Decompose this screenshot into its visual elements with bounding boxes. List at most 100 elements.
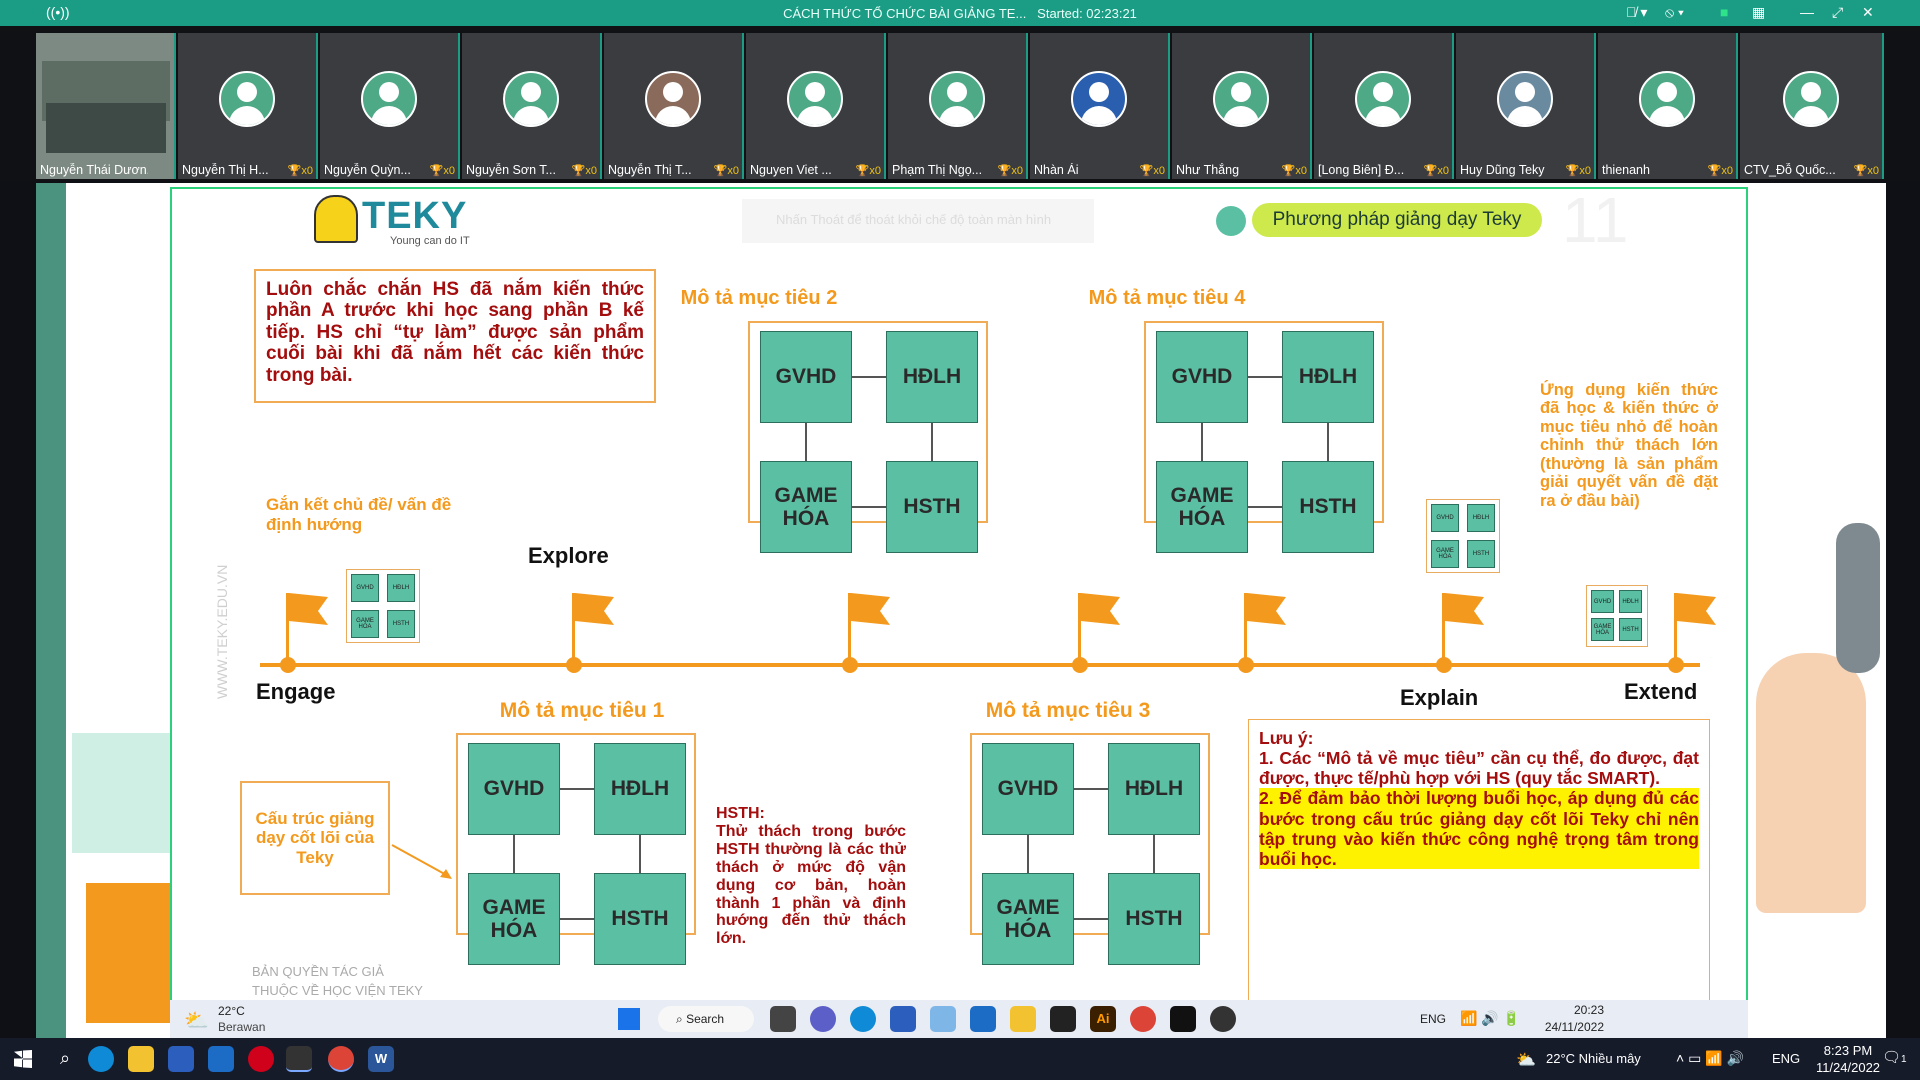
camera-feed-people bbox=[46, 103, 166, 153]
avatar bbox=[361, 71, 417, 127]
task-view-icon[interactable] bbox=[770, 1006, 796, 1032]
participant-tile[interactable]: Nguyễn Thị H... 🏆x0 bbox=[178, 33, 318, 179]
decor-cloud bbox=[72, 733, 182, 853]
clock-time[interactable]: 8:23 PM bbox=[1818, 1043, 1878, 1058]
store-icon[interactable] bbox=[890, 1006, 916, 1032]
language-indicator[interactable]: ENG bbox=[1420, 1012, 1446, 1026]
connector bbox=[805, 423, 807, 461]
store-icon[interactable] bbox=[168, 1046, 194, 1072]
app-icon[interactable] bbox=[1210, 1006, 1236, 1032]
edge-icon[interactable] bbox=[88, 1046, 114, 1072]
language-indicator[interactable]: ENG bbox=[1772, 1051, 1800, 1066]
copyright-line-1: BẢN QUYỀN TÁC GIẢ bbox=[252, 964, 384, 979]
trophy-icon: 🏆x0 bbox=[713, 165, 739, 177]
close-icon[interactable]: ✕ bbox=[1862, 4, 1874, 21]
participant-tile[interactable]: Nguyễn Sơn T... 🏆x0 bbox=[462, 33, 602, 179]
hsth-note-title: HSTH: bbox=[716, 805, 765, 822]
participant-name: Nguyen Viet ... bbox=[750, 163, 832, 177]
terminal-icon[interactable] bbox=[286, 1046, 312, 1072]
stage-explain: Explain bbox=[1400, 685, 1479, 710]
participant-tile[interactable]: thienanh 🏆x0 bbox=[1598, 33, 1738, 179]
windows-start-button[interactable] bbox=[14, 1050, 32, 1068]
restore-icon[interactable]: ⤢ bbox=[1832, 4, 1843, 21]
grid-view-icon[interactable]: ▦ bbox=[1752, 4, 1765, 21]
notification-icon[interactable]: 🗨1 bbox=[1882, 1048, 1907, 1066]
avatar-photo bbox=[1071, 71, 1127, 127]
stage-engage: Engage bbox=[256, 679, 336, 704]
participant-tile[interactable]: [Long Biên] Đ... 🏆x0 bbox=[1314, 33, 1454, 179]
participant-tile[interactable]: Phạm Thị Ngọ... 🏆x0 bbox=[888, 33, 1028, 179]
mail-icon[interactable] bbox=[208, 1046, 234, 1072]
goal-3-gvhd: GVHD bbox=[982, 743, 1074, 835]
participant-name: CTV_Đỗ Quốc... bbox=[1744, 163, 1836, 177]
connector bbox=[1201, 423, 1203, 461]
participant-tile[interactable]: CTV_Đỗ Quốc... 🏆x0 bbox=[1740, 33, 1884, 179]
top-note-text: Luôn chắc chắn HS đã nắm kiến thức phần … bbox=[266, 279, 644, 386]
word-icon[interactable]: W bbox=[368, 1046, 394, 1072]
terminal-icon[interactable] bbox=[1170, 1006, 1196, 1032]
watermark: WWW.TEKY.EDU.VN bbox=[214, 564, 230, 699]
participant-tile[interactable]: Nguyễn Quỳn... 🏆x0 bbox=[320, 33, 460, 179]
teky-logo: TEKY bbox=[362, 195, 468, 237]
goal-3-title: Mô tả mục tiêu 3 bbox=[985, 699, 1151, 722]
folder-icon[interactable] bbox=[128, 1046, 154, 1072]
mini-hsth: HSTH bbox=[1467, 540, 1495, 568]
search-box[interactable]: ⌕ Search bbox=[658, 1006, 754, 1032]
clock-date[interactable]: 24/11/2022 bbox=[1530, 1020, 1604, 1034]
explain-note: Ứng dụng kiến thức đã học & kiến thức ở … bbox=[1540, 381, 1718, 510]
edge-icon[interactable] bbox=[850, 1006, 876, 1032]
network-icon[interactable]: 📶 🔊 🔋 bbox=[1460, 1010, 1520, 1027]
goal-2-title: Mô tả mục tiêu 2 bbox=[680, 287, 838, 309]
tray-icons[interactable]: ˄ ▭ 📶 🔊 bbox=[1676, 1050, 1744, 1067]
clock-date[interactable]: 11/24/2022 bbox=[1808, 1060, 1888, 1075]
trophy-icon: 🏆x0 bbox=[855, 165, 881, 177]
participant-tile[interactable]: Như Thắng 🏆x0 bbox=[1172, 33, 1312, 179]
mail-icon[interactable] bbox=[970, 1006, 996, 1032]
participant-name: thienanh bbox=[1602, 163, 1650, 177]
goal-1-hdlh: HĐLH bbox=[594, 743, 686, 835]
timeline-line bbox=[260, 663, 1700, 667]
participant-tile[interactable]: Nhàn Ái 🏆x0 bbox=[1030, 33, 1170, 179]
opera-icon[interactable] bbox=[248, 1046, 274, 1072]
copyright-line-2: THUỘC VỀ HỌC VIỆN TEKY bbox=[252, 982, 423, 998]
participant-tile[interactable]: Huy Dũng Teky 🏆x0 bbox=[1456, 33, 1596, 179]
engage-note: Gắn kết chủ đề/ vấn đề định hướng bbox=[266, 495, 452, 535]
flag-icon bbox=[848, 593, 890, 661]
search-icon[interactable]: ⌕ bbox=[60, 1048, 70, 1069]
mic-muted-icon[interactable]: 🎙̸ ▾ bbox=[1626, 4, 1647, 21]
goal-2-gvhd: GVHD bbox=[760, 331, 852, 423]
teams-icon[interactable] bbox=[810, 1006, 836, 1032]
video-muted-icon[interactable]: ⦸ ▾ bbox=[1665, 4, 1684, 21]
weather-temp: 22°C bbox=[218, 1004, 245, 1018]
chrome-icon[interactable] bbox=[328, 1046, 354, 1072]
participant-tile[interactable]: Nguyễn Thị T... 🏆x0 bbox=[604, 33, 744, 179]
snip-icon[interactable] bbox=[930, 1006, 956, 1032]
participant-tile[interactable]: Nguyễn Thái Dươn... bbox=[36, 33, 176, 179]
trophy-icon: 🏆x0 bbox=[1565, 165, 1591, 177]
avatar bbox=[503, 71, 559, 127]
mini-gvhd: GVHD bbox=[1431, 504, 1459, 532]
side-panel-toggle[interactable] bbox=[1836, 523, 1880, 673]
chrome-icon[interactable] bbox=[1130, 1006, 1156, 1032]
hsth-note-body: Thử thách trong bước HSTH thường là các … bbox=[716, 822, 906, 948]
stage-extend: Extend bbox=[1624, 679, 1698, 704]
weather-text[interactable]: 22°C Nhiều mây bbox=[1546, 1051, 1641, 1066]
clock-time[interactable]: 20:23 bbox=[1544, 1003, 1604, 1017]
connector bbox=[1248, 376, 1282, 378]
goal-2-game: GAME HÓA bbox=[760, 461, 852, 553]
camera-icon[interactable]: ■ bbox=[1720, 4, 1728, 20]
goal-1-title: Mô tả mục tiêu 1 bbox=[499, 699, 665, 722]
notes-app-icon[interactable] bbox=[1050, 1006, 1076, 1032]
avatar-photo bbox=[645, 71, 701, 127]
meeting-title-bar: ((•)) CÁCH THỨC TỔ CHỨC BÀI GIẢNG TE... … bbox=[0, 0, 1920, 26]
trophy-icon: 🏆x0 bbox=[1281, 165, 1307, 177]
mini-hdlh: HĐLH bbox=[1619, 590, 1642, 613]
participant-tile[interactable]: Nguyen Viet ... 🏆x0 bbox=[746, 33, 886, 179]
fullscreen-hint: Nhấn Thoát để thoát khỏi chế độ toàn màn… bbox=[742, 199, 1094, 243]
folder-icon[interactable] bbox=[1010, 1006, 1036, 1032]
windows-start-icon[interactable] bbox=[618, 1008, 640, 1030]
goal-4-gvhd: GVHD bbox=[1156, 331, 1248, 423]
illustrator-icon[interactable]: Ai bbox=[1090, 1006, 1116, 1032]
goal-1-game: GAME HÓA bbox=[468, 873, 560, 965]
minimize-icon[interactable]: — bbox=[1800, 4, 1814, 20]
